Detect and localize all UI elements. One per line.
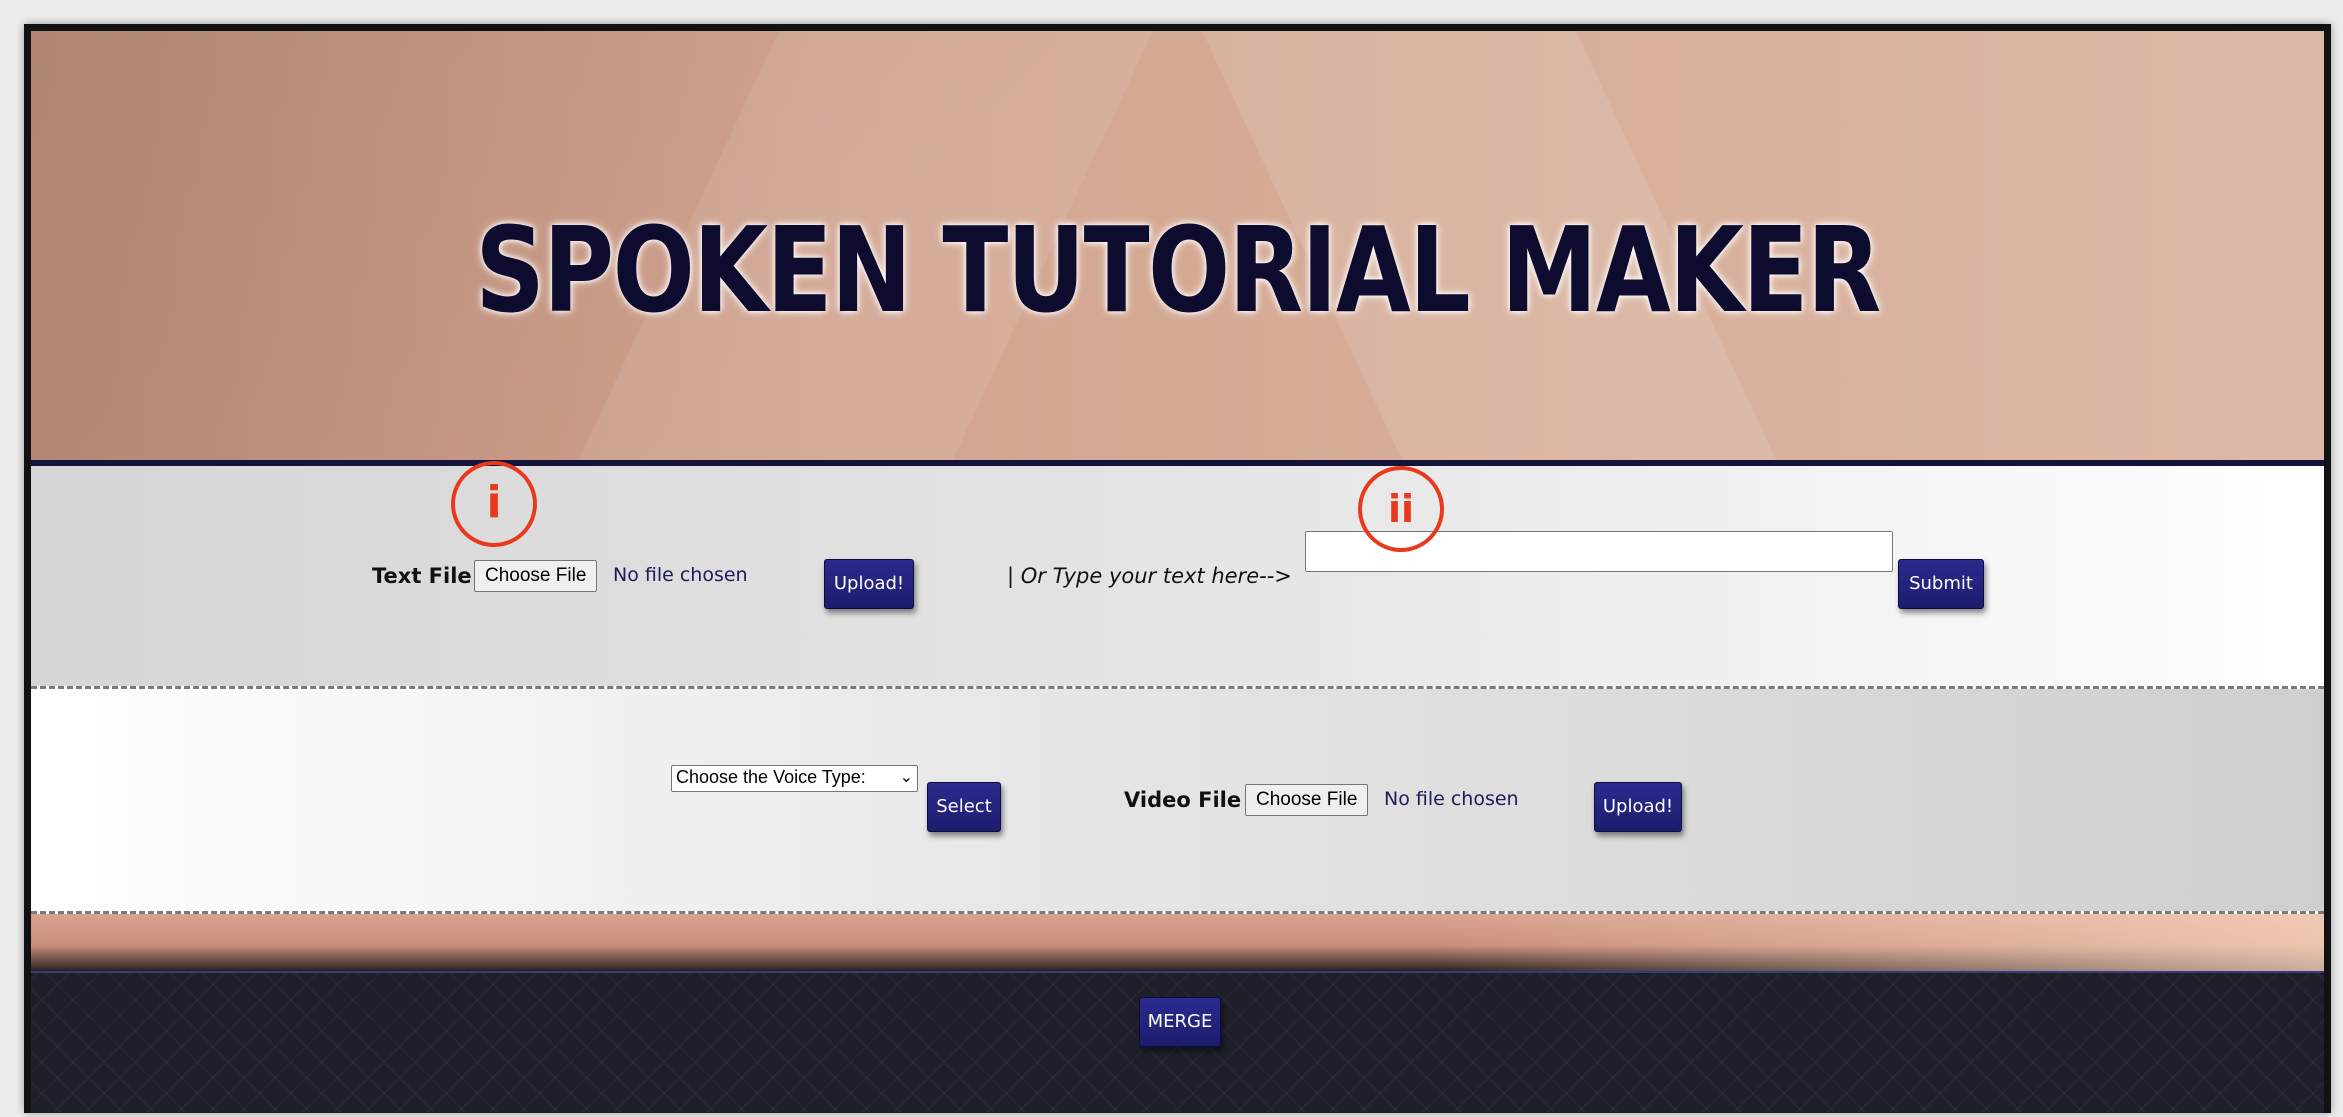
text-upload-button[interactable]: Upload! bbox=[824, 559, 914, 609]
merge-button[interactable]: MERGE bbox=[1139, 997, 1221, 1047]
voice-type-select-value: Choose the Voice Type: bbox=[676, 767, 866, 787]
annotation-circle-i: i bbox=[451, 461, 537, 547]
video-file-status: No file chosen bbox=[1384, 788, 1519, 810]
video-file-choose-button[interactable]: Choose File bbox=[1245, 784, 1369, 816]
voice-select-button[interactable]: Select bbox=[927, 782, 1001, 832]
text-input-section: Text File : Choose File No file chosen U… bbox=[31, 466, 2324, 686]
page-content: SPOKEN TUTORIAL MAKER Text File : Choose… bbox=[31, 31, 2324, 1113]
text-file-status: No file chosen bbox=[613, 564, 748, 586]
header-banner: SPOKEN TUTORIAL MAKER bbox=[31, 31, 2324, 460]
text-file-label: Text File : bbox=[372, 564, 488, 588]
footer-bar: MERGE bbox=[31, 971, 2324, 1113]
page-title: SPOKEN TUTORIAL MAKER bbox=[475, 201, 1881, 339]
type-text-prompt: | Or Type your text here--> bbox=[1007, 564, 1292, 588]
voice-type-select[interactable]: Choose the Voice Type: ⌄ bbox=[671, 765, 918, 792]
chevron-down-icon: ⌄ bbox=[899, 769, 913, 786]
submit-button[interactable]: Submit bbox=[1898, 559, 1984, 609]
voice-video-section: Choose the Voice Type: ⌄ Select Video Fi… bbox=[31, 689, 2324, 911]
annotation-circle-ii: ii bbox=[1358, 466, 1444, 552]
app-frame: SPOKEN TUTORIAL MAKER Text File : Choose… bbox=[24, 24, 2331, 1113]
decorative-strip-highlight bbox=[1431, 914, 2324, 971]
video-upload-button[interactable]: Upload! bbox=[1594, 782, 1682, 832]
text-file-choose-button[interactable]: Choose File bbox=[474, 560, 598, 592]
video-file-label: Video File : bbox=[1124, 788, 1257, 812]
